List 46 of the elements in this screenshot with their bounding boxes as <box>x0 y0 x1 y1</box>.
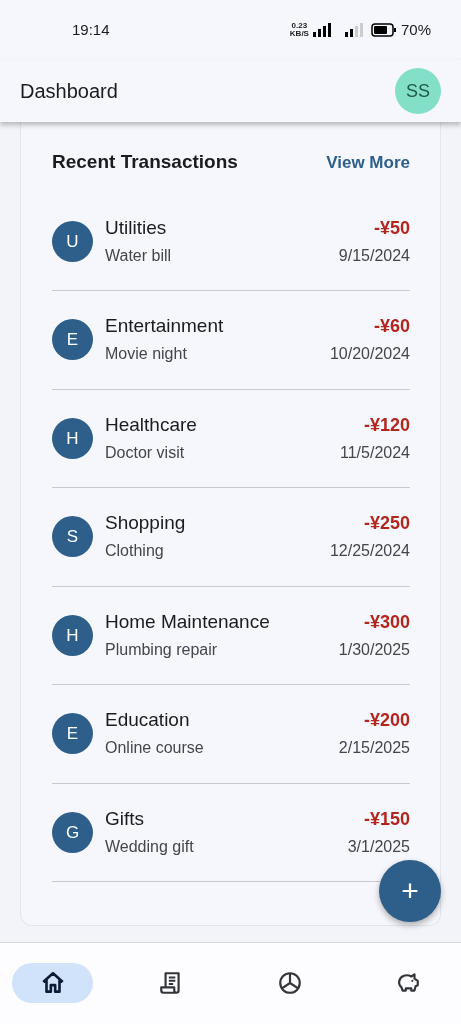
transaction-amount: -¥50 <box>373 216 410 240</box>
transaction-note: Wedding gift <box>105 836 194 857</box>
view-more-link[interactable]: View More <box>326 149 410 175</box>
category-avatar: S <box>52 516 93 558</box>
section-title: Recent Transactions <box>52 150 238 174</box>
transaction-date: 1/30/2025 <box>338 639 410 660</box>
transaction-note: Water bill <box>105 245 172 266</box>
transaction-date: 11/5/2024 <box>340 442 410 463</box>
transaction-amount: -¥60 <box>373 315 410 339</box>
nav-tab[interactable] <box>12 963 93 1003</box>
category-name: Home Maintenance <box>105 609 270 634</box>
transaction-amount: -¥200 <box>363 709 410 733</box>
clock-time: 19:14 <box>72 19 110 40</box>
category-name: Gifts <box>105 806 146 831</box>
speed-unit: KB/S <box>289 30 309 38</box>
transaction-date: 10/20/2024 <box>329 344 410 365</box>
category-name: Entertainment <box>105 314 224 339</box>
category-avatar: G <box>52 811 93 853</box>
battery-percent: 70% <box>400 19 431 40</box>
transaction-note: Doctor visit <box>105 442 186 463</box>
transaction-amount: -¥300 <box>363 610 410 634</box>
category-avatar: H <box>52 417 93 459</box>
user-avatar[interactable]: SS <box>395 68 441 114</box>
category-avatar: H <box>52 614 93 656</box>
network-speed: 0.23 <box>290 22 309 30</box>
transaction-amount: -¥250 <box>363 512 410 536</box>
category-avatar: E <box>52 713 93 755</box>
category-avatar: E <box>52 319 93 361</box>
transaction-date: 3/1/2025 <box>347 836 410 857</box>
page-title: Dashboard <box>20 79 118 104</box>
transaction-note: Movie night <box>105 344 188 365</box>
transaction-amount: -¥120 <box>363 413 410 437</box>
transaction-note: Clothing <box>105 541 165 562</box>
category-name: Shopping <box>105 511 186 536</box>
transaction-note: Plumbing repair <box>105 639 219 660</box>
transaction-amount: -¥150 <box>363 807 410 831</box>
transaction-note: Online course <box>105 738 204 759</box>
transaction-date: 9/15/2024 <box>338 245 410 266</box>
pie-chart-icon <box>276 970 303 996</box>
transaction-date: 2/15/2025 <box>338 738 410 759</box>
category-name: Healthcare <box>105 412 197 437</box>
category-name: Utilities <box>105 215 168 240</box>
category-avatar: U <box>52 220 93 262</box>
category-name: Education <box>105 708 191 733</box>
battery-icon <box>370 23 397 37</box>
transaction-date: 12/25/2024 <box>329 541 410 562</box>
